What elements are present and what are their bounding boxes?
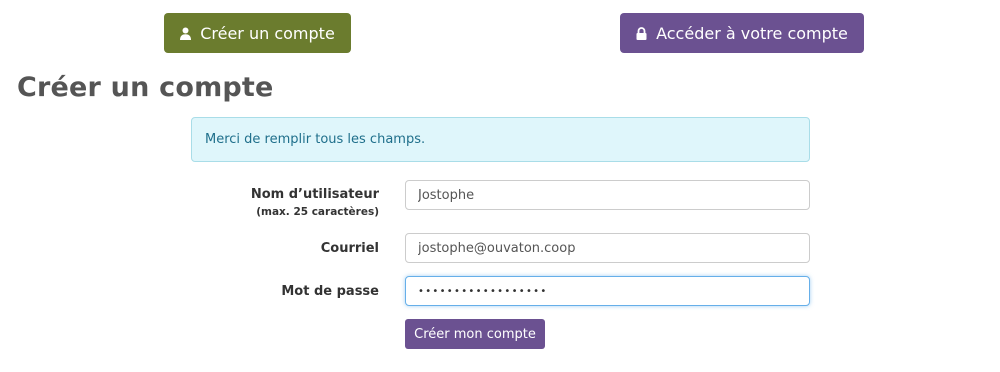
login-button[interactable]: Accéder à votre compte [620, 13, 864, 53]
email-label: Courriel [320, 241, 379, 256]
submit-button[interactable]: Créer mon compte [405, 319, 545, 349]
login-button-label: Accéder à votre compte [656, 23, 848, 43]
lock-icon [636, 26, 647, 40]
create-account-button-label: Créer un compte [200, 23, 335, 43]
alert-text: Merci de remplir tous les champs. [205, 132, 426, 147]
user-icon [180, 27, 192, 40]
password-field[interactable]: •••••••••••••••••• [405, 276, 810, 306]
info-alert: Merci de remplir tous les champs. [191, 117, 810, 162]
username-field[interactable] [405, 180, 810, 210]
username-hint: (max. 25 caractères) [256, 206, 379, 218]
create-account-button[interactable]: Créer un compte [164, 13, 351, 53]
password-label: Mot de passe [281, 284, 379, 299]
email-field[interactable] [405, 233, 810, 263]
page-title: Créer un compte [17, 72, 274, 103]
username-label: Nom d’utilisateur [250, 187, 379, 202]
